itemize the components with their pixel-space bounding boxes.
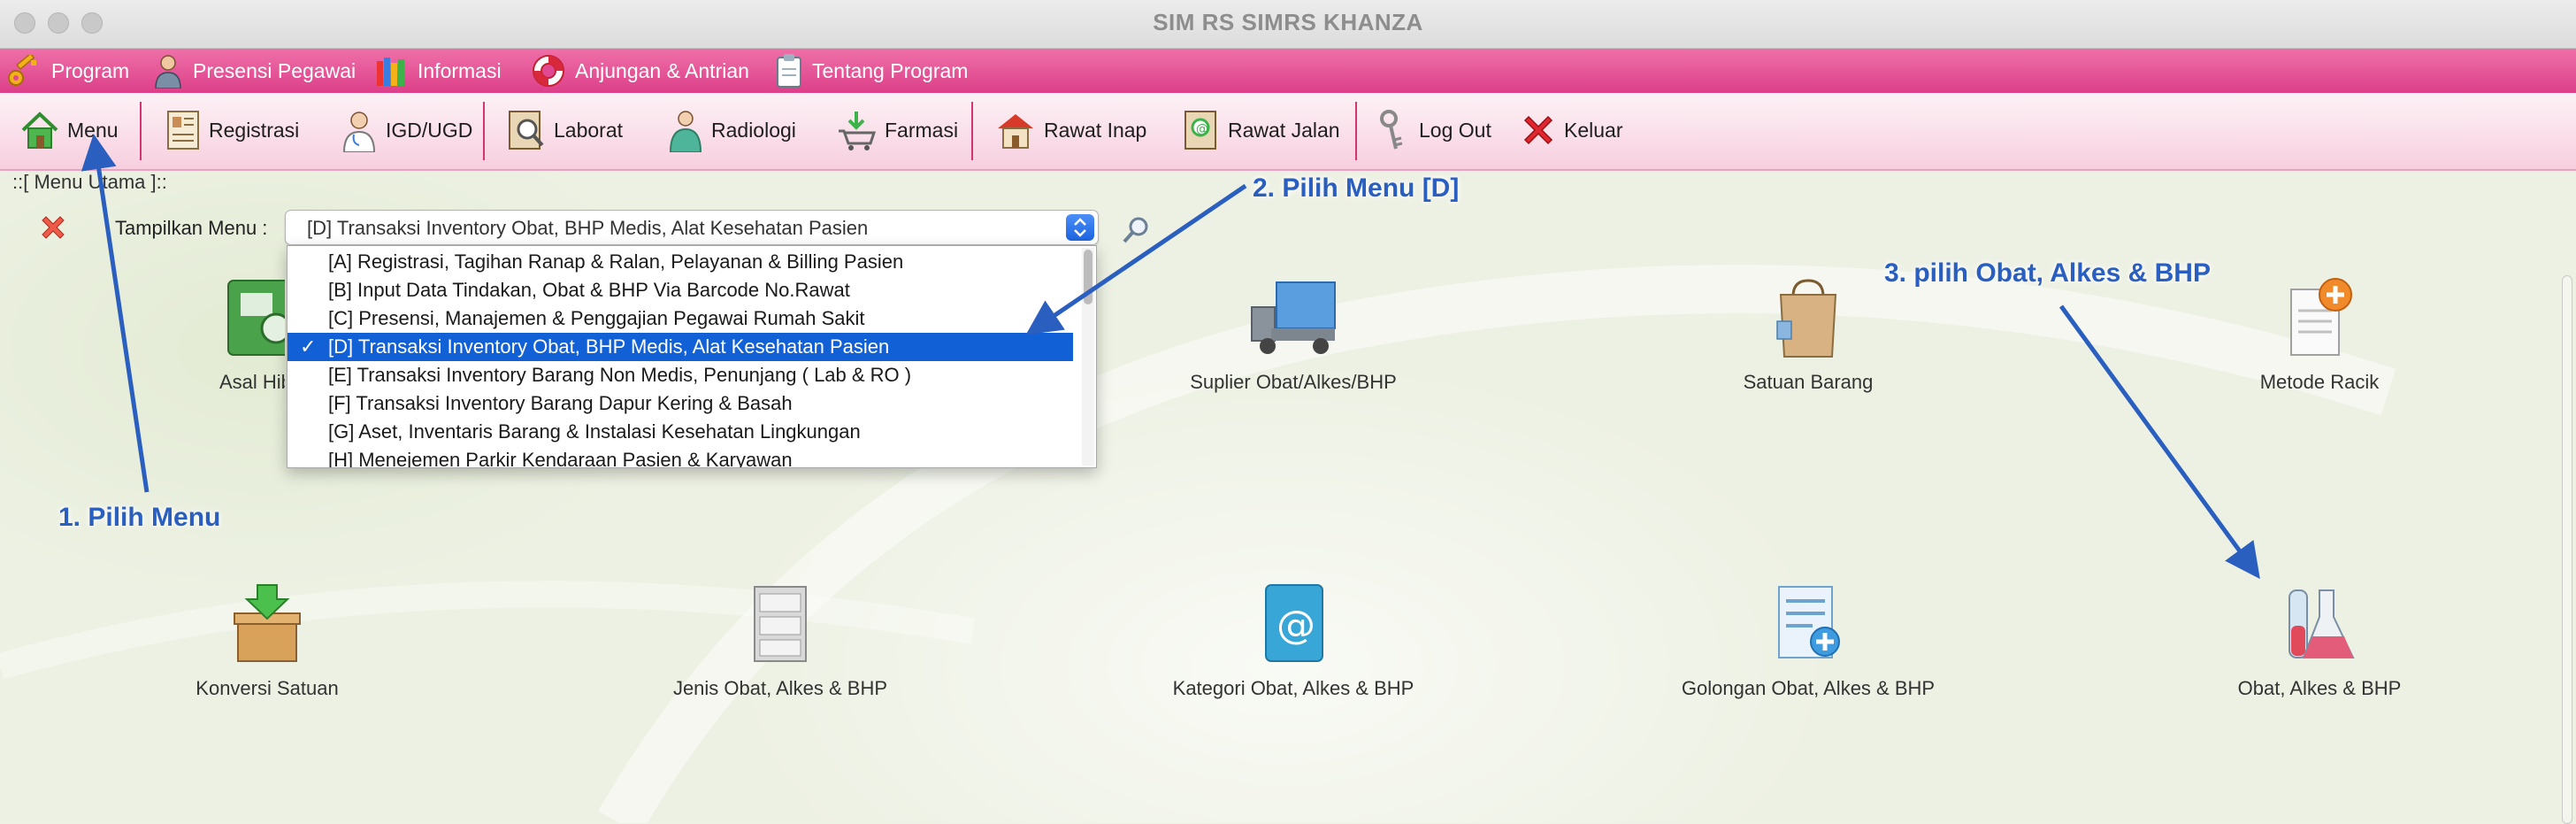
menu-category-select[interactable]: [D] Transaksi Inventory Obat, BHP Medis,…: [285, 210, 1099, 245]
dropdown-option-selected[interactable]: ✓ [D] Transaksi Inventory Obat, BHP Medi…: [288, 333, 1073, 361]
menu-program-label: Program: [51, 58, 130, 82]
document-add-icon: [2290, 278, 2352, 356]
toolbar-radiologi-label: Radiologi: [711, 118, 796, 142]
main-toolbar: Menu Registrasi IGD/UGD Laborat Radiolog…: [0, 93, 2576, 171]
window-title-bar: SIM RS SIMRS KHANZA: [0, 0, 2576, 49]
tile-golongan-obat[interactable]: Golongan Obat, Alkes & BHP: [1622, 581, 1994, 700]
toolbar-igd-button[interactable]: IGD/UGD: [340, 98, 472, 162]
keys-icon: [1380, 110, 1403, 150]
pharmacy-cart-icon: [839, 112, 877, 150]
toolbar-laborat-button[interactable]: Laborat: [506, 98, 623, 162]
dropdown-option[interactable]: [A] Registrasi, Tagihan Ranap & Ralan, P…: [288, 248, 1073, 276]
tile-konversi-satuan[interactable]: Konversi Satuan: [81, 581, 453, 700]
annotation-step3: 3. pilih Obat, Alkes & BHP: [1884, 258, 2211, 288]
menu-tentang-program[interactable]: Tentang Program: [775, 49, 968, 93]
toolbar-rawat-jalan-label: Rawat Jalan: [1228, 118, 1340, 142]
toolbar-keluar-label: Keluar: [1564, 118, 1623, 142]
toolbar-menu-button[interactable]: Menu: [19, 98, 119, 162]
tile-metode-racik[interactable]: Metode Racik: [2134, 275, 2505, 394]
toolbar-menu-label: Menu: [67, 118, 119, 142]
menu-informasi-label: Informasi: [418, 58, 502, 82]
search-icon[interactable]: [1122, 215, 1152, 250]
chevron-updown-icon[interactable]: [1066, 214, 1094, 241]
content-scrollbar[interactable]: [2562, 275, 2572, 824]
menu-tentang-label: Tentang Program: [812, 58, 969, 82]
toolbar-rawat-jalan-button[interactable]: @ Rawat Jalan: [1182, 98, 1340, 162]
svg-text:@: @: [1276, 603, 1315, 648]
toolbar-separator: [483, 102, 485, 160]
toolbar-separator: [140, 102, 142, 160]
box-download-icon: [234, 584, 301, 662]
red-x-icon: [1523, 115, 1553, 145]
tile-suplier[interactable]: Suplier Obat/Alkes/BHP: [1108, 275, 1479, 394]
toolbar-farmasi-label: Farmasi: [885, 118, 959, 142]
red-x-icon: [42, 216, 65, 239]
menu-presensi-label: Presensi Pegawai: [193, 58, 356, 82]
annotation-step2: 2. Pilih Menu [D]: [1253, 173, 1460, 203]
breadcrumb: ::[ Menu Utama ]::: [12, 171, 167, 193]
filing-cabinet-icon: [754, 586, 807, 662]
tile-jenis-obat[interactable]: Jenis Obat, Alkes & BHP: [594, 581, 966, 700]
list-add-icon: [1778, 586, 1840, 658]
toolbar-farmasi-button[interactable]: Farmasi: [835, 98, 958, 162]
toolbar-rawat-inap-label: Rawat Inap: [1044, 118, 1147, 142]
tile-obat-alkes-bhp[interactable]: Obat, Alkes & BHP: [2134, 581, 2505, 700]
menu-category-selected: [D] Transaksi Inventory Obat, BHP Medis,…: [307, 217, 869, 239]
toolbar-separator: [971, 102, 973, 160]
toolbar-logout-label: Log Out: [1419, 118, 1491, 142]
dropdown-option[interactable]: [C] Presensi, Manajemen & Penggajian Peg…: [288, 304, 1073, 333]
menu-bar: Program Presensi Pegawai Informasi Anjun…: [0, 49, 2576, 93]
address-book-icon: @: [1265, 584, 1323, 662]
toolbar-registrasi-button[interactable]: Registrasi: [165, 98, 299, 162]
window-title: SIM RS SIMRS KHANZA: [1153, 9, 1423, 35]
employee-icon: [155, 55, 181, 89]
outpatient-icon: @: [1184, 111, 1216, 150]
annotation-step1: 1. Pilih Menu: [58, 503, 221, 532]
shopping-bag-icon: [1776, 279, 1837, 358]
dropdown-option[interactable]: [B] Input Data Tindakan, Obat & BHP Via …: [288, 276, 1073, 304]
menu-anjungan-antrian[interactable]: Anjungan & Antrian: [531, 49, 749, 93]
cash-register-icon: [227, 280, 285, 356]
filter-label: Tampilkan Menu :: [115, 217, 268, 239]
tile-asal-hibah[interactable]: Asal Hibah: [73, 275, 285, 394]
menu-program[interactable]: Program: [7, 49, 129, 93]
dropdown-option[interactable]: [E] Transaksi Inventory Barang Non Medis…: [288, 361, 1073, 389]
menu-category-dropdown: [A] Registrasi, Tagihan Ranap & Ralan, P…: [287, 245, 1097, 468]
lab-flasks-icon: [2288, 589, 2355, 658]
books-icon: [377, 58, 404, 86]
menu-informasi[interactable]: Informasi: [375, 49, 502, 93]
home-icon: [21, 112, 58, 149]
clipboard-icon: [777, 54, 801, 88]
checkmark-icon: ✓: [300, 335, 317, 358]
close-filter-button[interactable]: [39, 213, 67, 246]
tile-kategori-obat[interactable]: @ Kategori Obat, Alkes & BHP: [1108, 581, 1479, 700]
dropdown-scroll-thumb[interactable]: [1084, 250, 1092, 304]
svg-text:@: @: [1196, 122, 1208, 136]
hospital-house-icon: [998, 114, 1033, 149]
toolbar-igd-label: IGD/UGD: [386, 118, 473, 142]
toolbar-radiologi-button[interactable]: Radiologi: [667, 98, 796, 162]
toolbar-logout-button[interactable]: Log Out: [1376, 98, 1491, 162]
toolbar-rawat-inap-button[interactable]: Rawat Inap: [994, 98, 1146, 162]
dropdown-option[interactable]: [G] Aset, Inventaris Barang & Instalasi …: [288, 418, 1073, 446]
delivery-truck-icon: [1251, 281, 1336, 354]
radiologist-icon: [669, 111, 702, 152]
menu-presensi-pegawai[interactable]: Presensi Pegawai: [152, 49, 356, 93]
dropdown-option[interactable]: [F] Transaksi Inventory Barang Dapur Ker…: [288, 389, 1073, 418]
key-icon: [8, 55, 36, 86]
lifebuoy-icon: [533, 55, 564, 87]
toolbar-registrasi-label: Registrasi: [209, 118, 300, 142]
toolbar-separator: [1355, 102, 1357, 160]
dropdown-scrollbar[interactable]: [1082, 248, 1094, 466]
toolbar-laborat-label: Laborat: [554, 118, 624, 142]
registration-form-icon: [167, 111, 199, 150]
menu-anjungan-label: Anjungan & Antrian: [575, 58, 749, 82]
tile-satuan-barang[interactable]: Satuan Barang: [1622, 275, 1994, 394]
doctor-icon: [342, 112, 376, 152]
dropdown-option[interactable]: [H] Menejemen Parkir Kendaraan Pasien & …: [288, 446, 1073, 467]
lab-icon: [509, 111, 544, 150]
toolbar-keluar-button[interactable]: Keluar: [1520, 98, 1622, 162]
